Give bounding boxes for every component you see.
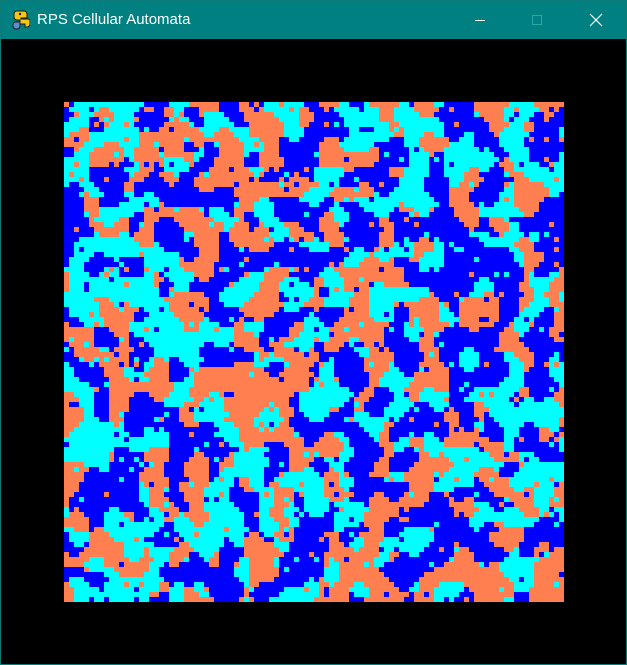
pygame-surface[interactable] (1, 39, 626, 664)
minimize-button[interactable] (457, 1, 503, 39)
title-bar[interactable]: RPS Cellular Automata (1, 1, 626, 39)
close-icon (589, 13, 603, 27)
app-window: RPS Cellular Automata (0, 0, 627, 665)
maximize-icon (532, 15, 542, 25)
python-snake-icon (12, 10, 30, 30)
window-title: RPS Cellular Automata (37, 11, 191, 28)
maximize-button[interactable] (514, 1, 560, 39)
minimize-icon (475, 20, 485, 21)
close-button[interactable] (573, 1, 619, 39)
automaton-grid[interactable] (64, 102, 564, 602)
